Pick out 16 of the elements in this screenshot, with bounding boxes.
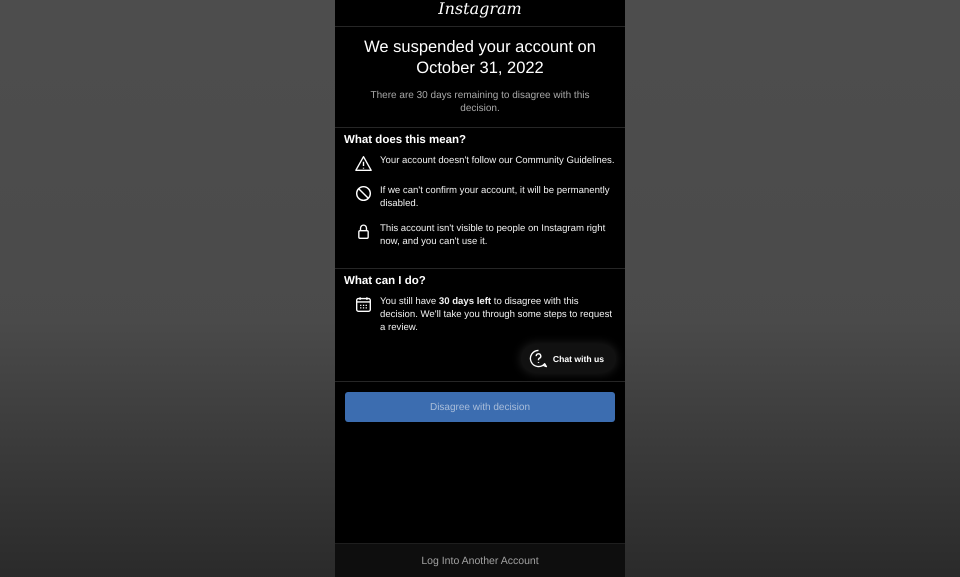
- lock-icon: [355, 223, 372, 240]
- page-title: We suspended your account on October 31, 2022: [363, 37, 597, 79]
- warning-icon: [355, 155, 372, 172]
- calendar-icon: [355, 296, 372, 313]
- help-icon: [528, 349, 548, 368]
- section-heading: What does this mean?: [344, 134, 468, 146]
- info-text: This account isn't visible to people on Instagram right now, and you can't use it.: [380, 222, 606, 248]
- chat-button[interactable]: Chat with us: [520, 344, 616, 373]
- app-logo: Instagram: [438, 0, 522, 18]
- blocked-icon: [355, 185, 372, 202]
- info-text: Your account doesn't follow our Community Guidelines.: [380, 154, 615, 167]
- subtitle: There are 30 days remaining to disagree with this decision.: [369, 89, 590, 115]
- log-in-link[interactable]: Log Into Another Account: [335, 543, 625, 577]
- section-heading: What can I do?: [344, 275, 427, 287]
- info-text: If we can't confirm your account, it will be permanently disabled.: [380, 184, 611, 210]
- info-text: You still have 30 days left to disagree with this decision. We'll take you through some steps to request a review.: [380, 295, 614, 334]
